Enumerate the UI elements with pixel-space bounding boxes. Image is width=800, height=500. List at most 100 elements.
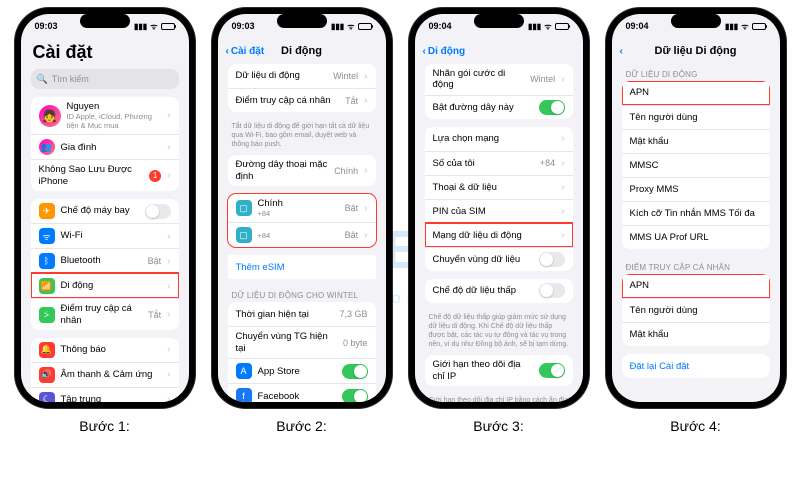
apn-row[interactable]: APN	[622, 81, 770, 105]
search-input[interactable]: 🔍Tìm kiếm	[31, 69, 179, 89]
chevron-right-icon: ›	[364, 203, 367, 214]
hotspot-row[interactable]: ⍩Điểm truy cập cá nhânTắt›	[31, 298, 179, 330]
roaming-toggle[interactable]	[539, 252, 565, 267]
hotspot-icon: ⍩	[39, 307, 55, 323]
wifi-icon: ᯤ	[150, 21, 157, 32]
password-row[interactable]: Mật khẩu	[622, 129, 770, 153]
chevron-right-icon: ›	[167, 170, 170, 181]
chevron-right-icon: ›	[167, 231, 170, 242]
nav-bar: ‹ Di động	[415, 38, 583, 64]
step-caption: Bước 2:	[276, 418, 326, 434]
my-number-row[interactable]: Số của tôi+84›	[425, 151, 573, 175]
hotspot-pass-row[interactable]: Mật khẩu	[622, 322, 770, 346]
sim-secondary-row[interactable]: ▢+84Bật›	[228, 222, 376, 247]
line-toggle[interactable]	[539, 100, 565, 115]
step-caption: Bước 1:	[79, 418, 129, 434]
chevron-right-icon: ›	[364, 71, 367, 82]
section-header: ĐIỂM TRUY CẬP CÁ NHÂN	[612, 257, 780, 274]
family-row[interactable]: 👥 Gia đình ›	[31, 134, 179, 159]
notifications-row[interactable]: 🔔Thông báo›	[31, 338, 179, 362]
bell-icon: 🔔	[39, 342, 55, 358]
cellular-icon: 📶	[39, 278, 55, 294]
apple-id-row[interactable]: 👧 NguyenID Apple, iCloud, Phương tiện & …	[31, 97, 179, 134]
username-row[interactable]: Tên người dùng	[622, 105, 770, 129]
line-on-row[interactable]: Bật đường dây này	[425, 95, 573, 119]
clock: 09:03	[35, 21, 58, 31]
mms-max-row[interactable]: Kích cỡ Tin nhắn MMS Tối đa	[622, 201, 770, 225]
page-title: Cài đặt	[21, 38, 189, 69]
voice-data-row[interactable]: Thoại & dữ liệu›	[425, 175, 573, 199]
app-toggle[interactable]	[342, 389, 368, 402]
back-button[interactable]: ‹	[620, 46, 623, 57]
chevron-right-icon: ›	[167, 309, 170, 320]
add-esim-button[interactable]: Thêm eSIM	[228, 255, 376, 279]
phone-step-1: 09:03 ▮▮▮ᯤ Cài đặt 🔍Tìm kiếm 👧 NguyenID …	[15, 8, 195, 408]
app-toggle[interactable]	[342, 364, 368, 379]
clock: 09:03	[232, 21, 255, 31]
dynamic-island	[671, 14, 721, 28]
mms-ua-row[interactable]: MMS UA Prof URL	[622, 225, 770, 249]
plan-label-row[interactable]: Nhãn gói cước di độngWintel›	[425, 64, 573, 95]
battery-icon	[555, 23, 569, 30]
airplane-row[interactable]: ✈Chế độ máy bay	[31, 199, 179, 223]
wifi-icon: ᯤ	[347, 21, 354, 32]
sounds-row[interactable]: 🔊Âm thanh & Cảm ứng›	[31, 362, 179, 387]
focus-row[interactable]: ☾Tập trung›	[31, 387, 179, 402]
signal-icon: ▮▮▮	[725, 22, 738, 31]
bluetooth-row[interactable]: ᛒBluetoothBật›	[31, 248, 179, 273]
low-data-toggle[interactable]	[539, 283, 565, 298]
data-network-row[interactable]: Mạng dữ liệu di động›	[425, 223, 573, 247]
default-voice-row[interactable]: Đường dây thoại mặc địnhChính›	[228, 155, 376, 186]
chevron-right-icon: ›	[364, 95, 367, 106]
data-note: Tắt dữ liệu di động để giới hạn tất cả d…	[218, 120, 386, 155]
reset-settings-button[interactable]: Đặt lại Cài đặt	[622, 354, 770, 378]
avatar: 👧	[39, 105, 61, 127]
app-facebook-row[interactable]: fFacebook	[228, 383, 376, 402]
sim-icon: ▢	[236, 227, 252, 243]
mms-proxy-row[interactable]: Proxy MMS	[622, 177, 770, 201]
chevron-right-icon: ›	[561, 230, 564, 241]
current-period-row[interactable]: Thời gian hiện tại7,3 GB	[228, 302, 376, 326]
phone-step-4: 09:04▮▮▮ᯤ ‹Dữ liệu Di động DỮ LIỆU DI ĐỘ…	[606, 8, 786, 408]
cellular-row[interactable]: 📶Di động›	[31, 273, 179, 298]
family-icon: 👥	[39, 139, 55, 155]
wifi-row[interactable]: ᯤWi-Fi›	[31, 223, 179, 248]
chevron-right-icon: ›	[167, 142, 170, 153]
network-selection-row[interactable]: Lựa chọn mạng›	[425, 127, 573, 151]
sim-primary-row[interactable]: ▢Chính+84Bật›	[228, 194, 376, 222]
signal-icon: ▮▮▮	[528, 22, 541, 31]
signal-icon: ▮▮▮	[134, 22, 147, 31]
ip-tracking-row[interactable]: Giới hạn theo dõi địa chỉ IP	[425, 355, 573, 386]
sim-pin-row[interactable]: PIN của SIM›	[425, 199, 573, 223]
clock: 09:04	[626, 21, 649, 31]
data-roaming-row[interactable]: Chuyển vùng dữ liệu	[425, 247, 573, 271]
nav-title: Di động	[281, 45, 322, 57]
chevron-right-icon: ›	[561, 133, 564, 144]
roaming-period-row[interactable]: Chuyển vùng TG hiện tại0 byte	[228, 326, 376, 358]
ip-toggle[interactable]	[539, 363, 565, 378]
low-data-row[interactable]: Chế độ dữ liệu thấp	[425, 279, 573, 303]
ip-note: Giới hạn theo dõi địa chỉ IP bằng cách ẩ…	[415, 394, 583, 402]
dynamic-island	[474, 14, 524, 28]
back-button[interactable]: ‹ Di động	[423, 46, 466, 57]
chevron-right-icon: ›	[561, 74, 564, 85]
backup-warning-row[interactable]: Không Sao Lưu Được iPhone 1 ›	[31, 159, 179, 191]
nav-title: Dữ liệu Di động	[655, 45, 737, 57]
cellular-data-row[interactable]: Dữ liệu di độngWintel›	[228, 64, 376, 88]
section-header: DỮ LIỆU DI ĐỘNG CHO WINTEL	[218, 285, 386, 302]
chevron-right-icon: ›	[561, 206, 564, 217]
signal-icon: ▮▮▮	[331, 22, 344, 31]
section-header: DỮ LIỆU DI ĐỘNG	[612, 64, 780, 81]
hotspot-apn-row[interactable]: APN	[622, 274, 770, 298]
back-button[interactable]: ‹ Cài đặt	[226, 46, 265, 57]
alert-badge: 1	[149, 170, 161, 182]
nav-bar: ‹ Cài đặt Di động	[218, 38, 386, 64]
mmsc-row[interactable]: MMSC	[622, 153, 770, 177]
app-appstore-row[interactable]: AApp Store	[228, 358, 376, 383]
hotspot-row[interactable]: Điểm truy cập cá nhânTắt›	[228, 88, 376, 112]
appstore-icon: A	[236, 363, 252, 379]
battery-icon	[358, 23, 372, 30]
step-caption: Bước 4:	[670, 418, 720, 434]
airplane-toggle[interactable]	[145, 204, 171, 219]
hotspot-user-row[interactable]: Tên người dùng	[622, 298, 770, 322]
